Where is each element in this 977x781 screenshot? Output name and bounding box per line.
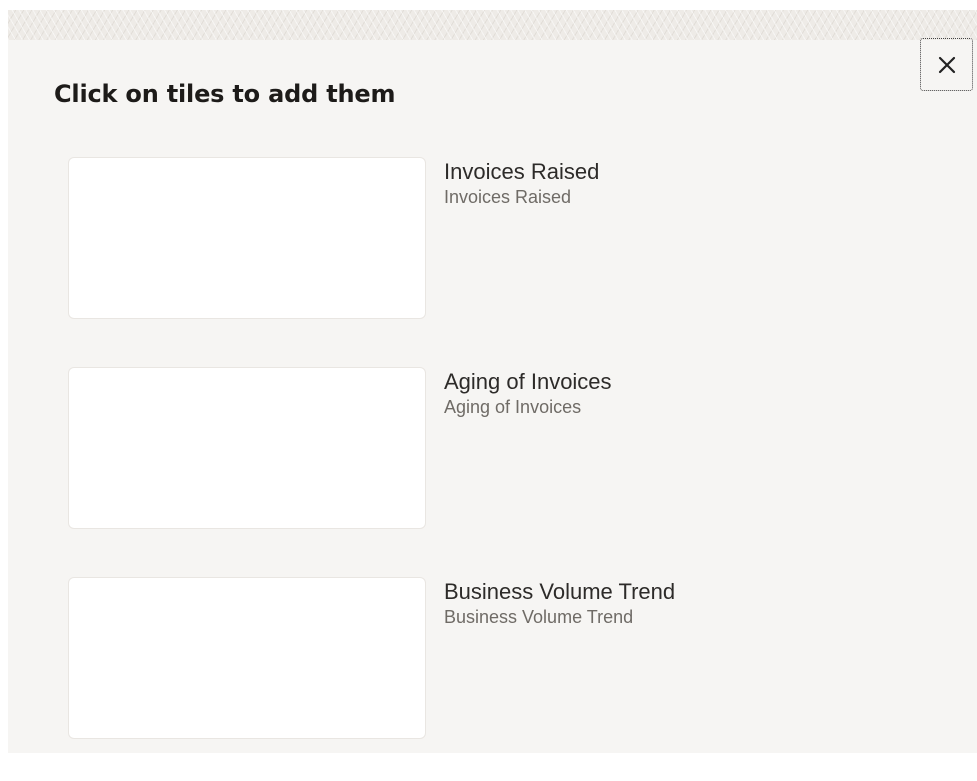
tile-subtitle: Invoices Raised bbox=[444, 187, 572, 207]
tile-subtitle: Aging of Invoices bbox=[444, 397, 582, 417]
tile-title: Aging of Invoices bbox=[444, 369, 612, 394]
tile-subtitle: Business Volume Trend bbox=[444, 607, 634, 627]
tile-option-aging-of-invoices[interactable]: Aging of Invoices Aging of Invoices bbox=[0, 367, 977, 531]
tile-option-invoices-raised[interactable]: Invoices Raised Invoices Raised bbox=[0, 157, 977, 321]
close-icon bbox=[938, 56, 955, 73]
tile-option-business-volume-trend[interactable]: Business Volume Trend Business Volume Tr… bbox=[0, 577, 977, 741]
tile-preview[interactable] bbox=[68, 577, 426, 739]
tile-title: Invoices Raised bbox=[444, 159, 600, 184]
tile-preview[interactable] bbox=[68, 157, 426, 319]
tile-preview[interactable] bbox=[68, 367, 426, 529]
header-texture-band bbox=[8, 10, 977, 40]
add-tiles-dialog: Click on tiles to add them Invoices Rais… bbox=[0, 0, 977, 781]
page-title: Click on tiles to add them bbox=[54, 80, 396, 108]
tile-title: Business Volume Trend bbox=[444, 579, 676, 604]
close-button[interactable] bbox=[920, 38, 973, 91]
